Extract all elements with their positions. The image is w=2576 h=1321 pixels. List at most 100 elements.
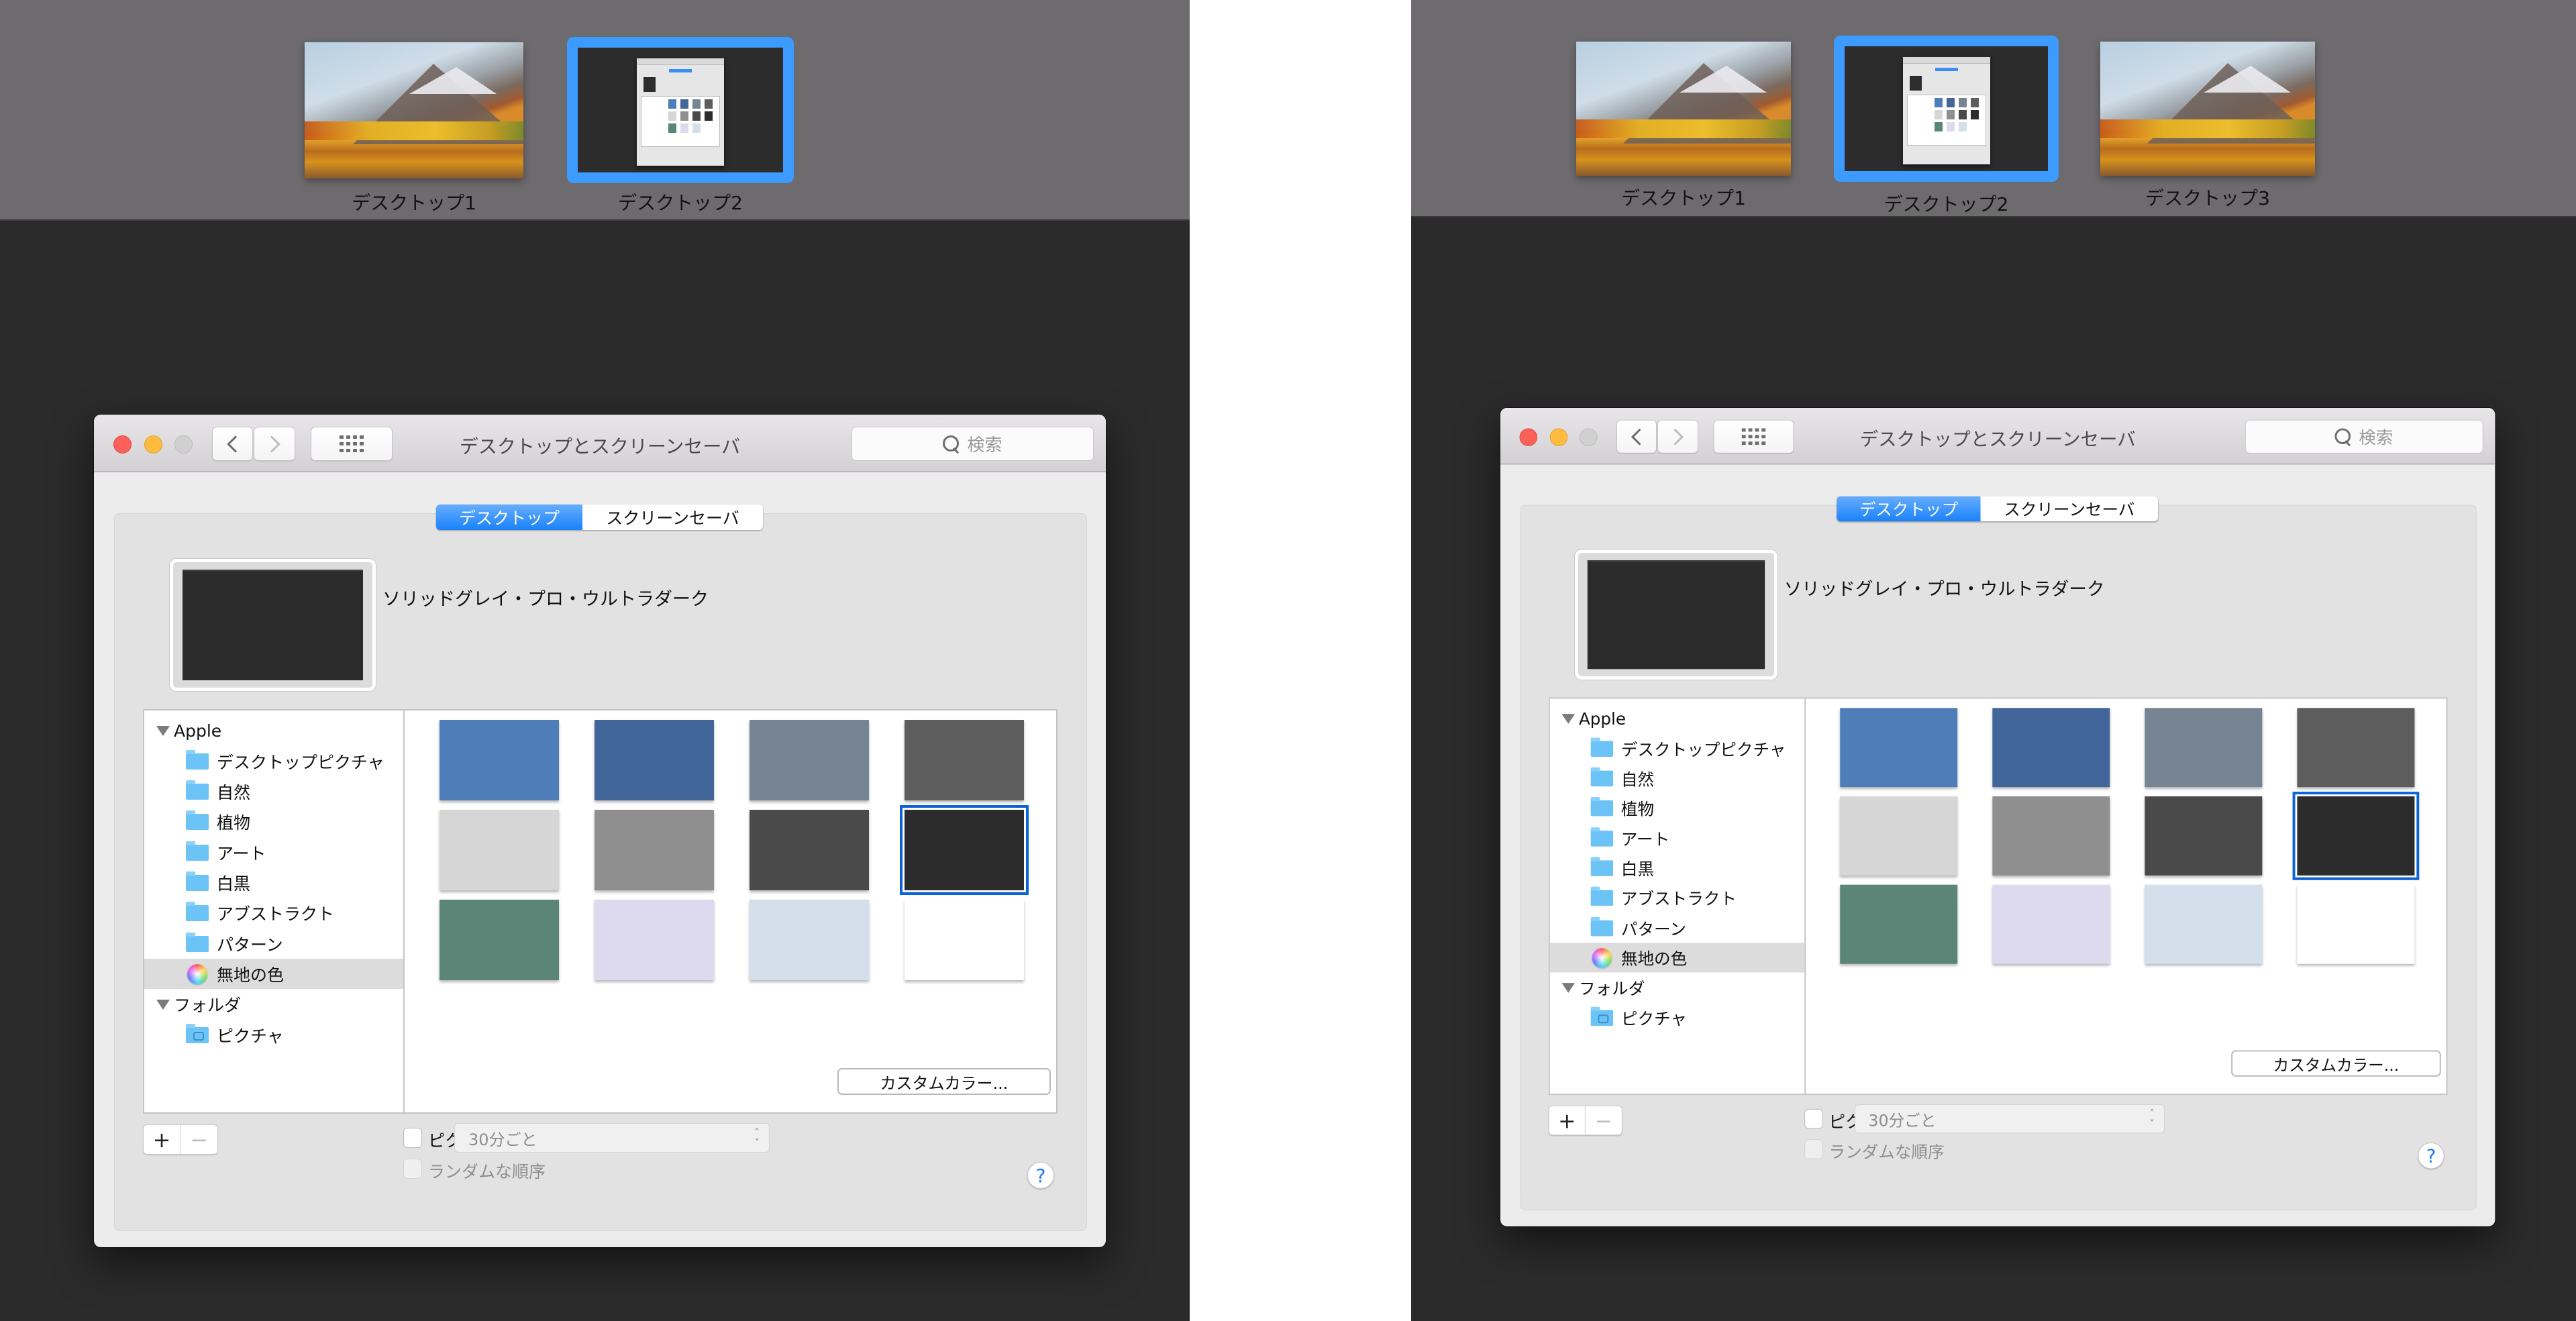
custom-color-button[interactable]: カスタムカラー... [837, 1068, 1051, 1095]
mini-window-preview [637, 58, 724, 166]
wallpaper-browser: Apple デスクトップピクチャ 自然 植物アート白黒 アブストラクト パターン無地の色フ… [1548, 697, 2448, 1096]
color-swatch-light-gray[interactable] [440, 810, 559, 890]
source-item-folder[interactable]: 白黒 [144, 868, 403, 898]
screenshot-left: デスクトップ1 デスクトップ2 デスクトップとスクリーンセーバ 検索 デスクトッ… [0, 0, 1190, 1321]
color-swatch-lavender[interactable] [595, 900, 714, 980]
tab-desktop[interactable]: デスクトップ [1837, 496, 1981, 522]
color-swatch-pale-blue[interactable] [2145, 884, 2263, 964]
source-group[interactable]: Apple [144, 716, 403, 746]
source-item-solid-colors[interactable]: 無地の色 [144, 959, 403, 990]
color-swatch-grid: カスタムカラー... [1807, 699, 2446, 1094]
source-item-pictures[interactable]: ピクチャ [144, 1020, 403, 1050]
color-swatch-pale-blue[interactable] [750, 900, 869, 980]
folder-icon [1590, 737, 1614, 757]
tab-screensaver[interactable]: スクリーンセーバ [1980, 496, 2159, 522]
interval-value: 30分ごと [1868, 1111, 1937, 1130]
source-list: Apple デスクトップピクチャ 自然 植物アート白黒 アブストラクト パターン無地の色フ… [1549, 698, 1806, 1094]
color-swatch-ultra-dark[interactable] [900, 805, 1029, 895]
source-group[interactable]: フォルダ [1550, 973, 1804, 1002]
tab-screensaver[interactable]: スクリーンセーバ [582, 505, 763, 530]
space-thumbnail-wallpaper[interactable] [305, 42, 523, 178]
color-swatch-dark-blue[interactable] [1992, 708, 2110, 788]
color-swatch-dark-blue[interactable] [595, 720, 714, 800]
disclosure-triangle-icon[interactable] [1561, 714, 1576, 724]
color-swatch-blue[interactable] [1840, 708, 1958, 788]
disclosure-triangle-icon[interactable] [156, 999, 170, 1010]
space-thumbnail-wallpaper[interactable] [2100, 42, 2315, 176]
custom-color-button[interactable]: カスタムカラー... [2231, 1050, 2441, 1077]
color-swatch-slate[interactable] [750, 720, 869, 800]
color-swatch-teal-green[interactable] [1840, 884, 1958, 964]
color-swatch-gray-dark[interactable] [2297, 708, 2415, 788]
remove-folder-button-disabled: − [1594, 1108, 1613, 1133]
color-swatch-white[interactable] [2297, 884, 2415, 964]
search-icon [943, 435, 960, 453]
disclosure-triangle-icon[interactable] [156, 726, 170, 736]
source-item-folder[interactable]: アート [1550, 823, 1804, 853]
source-item-folder[interactable]: アブストラクト [1550, 884, 1804, 913]
source-group[interactable]: Apple [1550, 704, 1804, 733]
source-group[interactable]: フォルダ [144, 990, 403, 1020]
search-field[interactable]: 検索 [2245, 419, 2483, 454]
color-swatch-lavender[interactable] [1992, 884, 2110, 964]
source-item-folder[interactable]: デスクトップピクチャ [1550, 734, 1804, 763]
folder-icon [186, 841, 209, 861]
color-wheel-icon [187, 963, 207, 984]
space-label: デスクトップ3 [2145, 187, 2270, 209]
color-swatch-teal-green[interactable] [440, 900, 559, 980]
source-item-label: 植物 [217, 813, 251, 833]
space-thumbnail-current[interactable] [567, 37, 794, 183]
help-button[interactable]: ? [2418, 1143, 2444, 1169]
source-item-folder[interactable]: デスクトップピクチャ [144, 746, 403, 776]
mission-control-spaces-bar: デスクトップ1 [0, 0, 1190, 221]
title-bar[interactable]: デスクトップとスクリーンセーバ 検索 [1500, 408, 2495, 465]
source-item-label: デスクトップピクチャ [217, 752, 384, 772]
color-wheel-icon [1592, 947, 1612, 968]
source-item-folder[interactable]: 植物 [144, 807, 403, 837]
color-swatch-slate[interactable] [2145, 708, 2263, 788]
source-item-folder[interactable]: 白黒 [1550, 853, 1804, 883]
source-item-solid-colors[interactable]: 無地の色 [1549, 943, 1805, 973]
change-picture-checkbox[interactable] [403, 1128, 422, 1148]
color-swatch-blue[interactable] [440, 720, 559, 800]
color-swatch-charcoal[interactable] [750, 810, 869, 890]
disclosure-triangle-icon[interactable] [1561, 982, 1576, 993]
source-item-label: アート [1620, 829, 1670, 849]
source-item-label: フォルダ [1578, 979, 1645, 998]
segmented-tabs: デスクトップ スクリーンセーバ [1837, 496, 2159, 522]
color-swatch-medium-gray[interactable] [595, 810, 714, 890]
space-thumbnail-wallpaper[interactable] [1576, 42, 1791, 176]
color-swatch-ultra-dark[interactable] [2292, 792, 2420, 880]
source-item-label: 無地の色 [1620, 949, 1688, 969]
color-swatch-charcoal[interactable] [2145, 796, 2263, 876]
source-item-folder[interactable]: 自然 [144, 777, 403, 807]
add-remove-control: + − [143, 1124, 218, 1155]
desktop-screensaver-window: デスクトップとスクリーンセーバ 検索 デスクトップ スクリーンセーバ ソリッドグ… [94, 415, 1106, 1247]
random-order-label: ランダムな順序 [1828, 1143, 1945, 1162]
folder-icon [1590, 886, 1614, 906]
source-item-folder[interactable]: アート [144, 837, 403, 867]
add-folder-button[interactable]: + [144, 1125, 181, 1154]
wallpaper-browser: Apple デスクトップピクチャ自然植物アート 白黒 アブストラクト パターン 無地の色フ… [143, 709, 1058, 1114]
space-thumbnail-current[interactable] [1834, 36, 2059, 182]
color-swatch-white[interactable] [905, 900, 1024, 980]
source-item-folder[interactable]: 植物 [1550, 794, 1804, 823]
folder-icon [186, 932, 209, 952]
random-order-checkbox-disabled [403, 1159, 422, 1179]
folder-icon [186, 902, 209, 922]
change-picture-checkbox[interactable] [1804, 1108, 1823, 1129]
source-item-pictures[interactable]: ピクチャ [1550, 1003, 1804, 1033]
color-swatch-medium-gray[interactable] [1992, 796, 2110, 876]
folder-icon [186, 749, 209, 770]
source-item-folder[interactable]: 自然 [1550, 763, 1804, 793]
search-field[interactable]: 検索 [852, 427, 1094, 461]
source-item-folder[interactable]: パターン [144, 929, 403, 959]
add-folder-button[interactable]: + [1549, 1106, 1586, 1135]
title-bar[interactable]: デスクトップとスクリーンセーバ 検索 [94, 415, 1106, 472]
tab-desktop[interactable]: デスクトップ [436, 505, 582, 530]
source-item-folder[interactable]: アブストラクト [144, 898, 403, 929]
color-swatch-gray-dark[interactable] [905, 720, 1024, 800]
help-button[interactable]: ? [1027, 1162, 1054, 1189]
color-swatch-light-gray[interactable] [1840, 796, 1958, 876]
source-item-folder[interactable]: パターン [1550, 913, 1804, 943]
